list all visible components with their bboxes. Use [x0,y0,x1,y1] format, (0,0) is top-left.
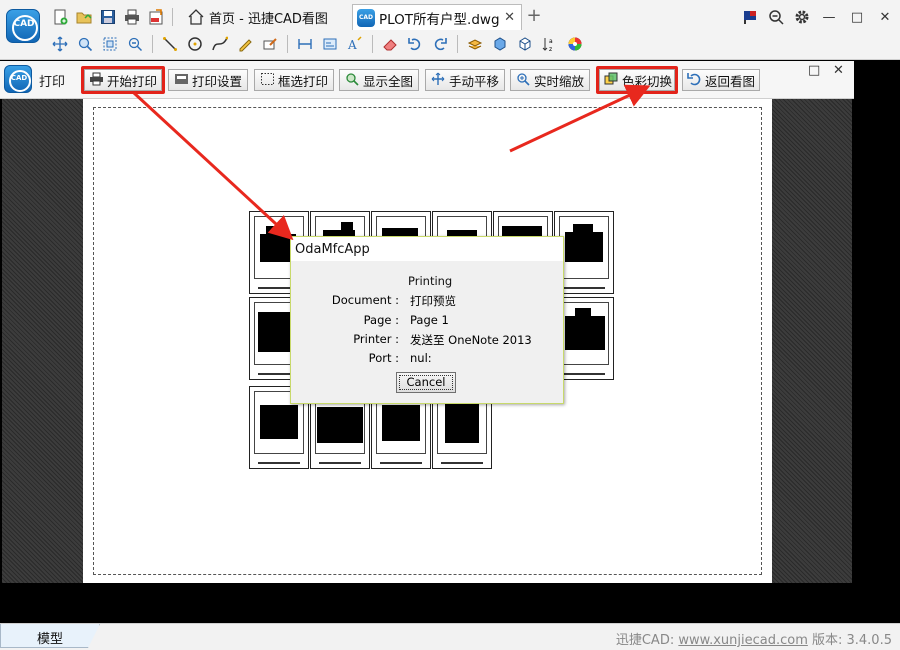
panel-close-button[interactable]: ✕ [833,63,844,78]
window-controls: — □ ✕ [740,6,896,28]
sort-az-icon[interactable]: az [540,34,560,54]
undo-icon[interactable] [405,34,425,54]
status-version: 版本: 3.4.0.5 [807,633,892,648]
port-value: nul: [410,351,432,365]
svg-text:z: z [549,46,552,52]
print-settings-icon [173,72,189,89]
tab-home-label: 首页 - 迅捷CAD看图 [209,11,328,27]
line-tool-icon[interactable] [160,34,180,54]
print-panel-title: 打印 [39,75,66,90]
return-view-button[interactable]: 返回看图 [682,69,760,91]
save-icon[interactable] [98,7,118,27]
eraser-icon[interactable] [380,34,400,54]
manual-pan-label: 手动平移 [449,73,500,89]
return-view-label: 返回看图 [705,73,756,89]
toolbar-separator [172,8,173,26]
print-settings-label: 打印设置 [192,73,243,89]
title-bar: CAD 首页 - 迅捷CAD看图 CAD PLOT所有户型.dwg ✕ + — … [0,0,900,60]
printing-dialog: OdaMfcApp Printing Document : 打印预览 Page … [290,236,564,404]
pan-icon [430,72,446,89]
export-pdf-icon[interactable] [146,7,166,27]
toolbar-separator [287,35,288,53]
pan-tool-icon[interactable] [50,34,70,54]
show-full-view-label: 显示全图 [363,73,414,89]
box-select-print-button[interactable]: 框选打印 [254,69,334,91]
minimize-button[interactable]: — [818,10,840,25]
highlight-start-print [81,66,165,94]
layers-icon[interactable] [465,34,485,54]
block-icon[interactable] [515,34,535,54]
color-wheel-icon[interactable] [565,34,585,54]
page-label: Page : [363,313,399,327]
show-full-view-button[interactable]: 显示全图 [339,69,419,91]
canvas-margin-right [852,99,900,583]
app-logo-text: CAD [13,19,35,29]
realtime-zoom-button[interactable]: 实时缩放 [510,69,590,91]
svg-text:a: a [549,38,553,45]
revision-cloud-icon[interactable] [260,34,280,54]
zoom-box-icon[interactable] [100,34,120,54]
app-logo[interactable]: CAD [6,9,40,43]
return-icon [687,72,702,89]
print-panel-logo: CAD [4,65,32,93]
open-folder-icon[interactable] [74,7,94,27]
tab-close-icon[interactable]: ✕ [504,10,515,25]
tab-file-label: PLOT所有户型.dwg [379,11,500,28]
gear-icon[interactable] [792,7,812,27]
realtime-zoom-label: 实时缩放 [534,73,585,89]
tab-file[interactable]: CAD PLOT所有户型.dwg ✕ [352,4,522,30]
flag-icon[interactable] [740,7,760,27]
tab-home[interactable]: 首页 - 迅捷CAD看图 [186,6,328,28]
dialog-status-text: Printing [408,274,453,288]
port-label: Port : [368,351,399,365]
toolbar-separator [457,35,458,53]
panel-restore-button[interactable]: □ [808,63,820,78]
zoom-previous-icon[interactable] [125,34,145,54]
quick-access-toolbar [50,6,175,28]
home-icon [186,7,206,27]
text-tool-icon[interactable]: A [345,34,365,54]
close-window-button[interactable]: ✕ [874,10,896,25]
zoom-extents-icon [344,72,360,89]
zoom-window-icon[interactable] [75,34,95,54]
cad-file-icon: CAD [357,8,375,27]
new-file-icon[interactable] [50,7,70,27]
highlight-color-switch [596,66,678,94]
page-value: Page 1 [410,313,449,327]
svg-text:A: A [347,38,357,52]
box-select-icon [259,72,275,89]
toolbar-separator [372,35,373,53]
spline-tool-icon[interactable] [210,34,230,54]
measure-length-icon[interactable] [295,34,315,54]
zoom-out-icon[interactable] [766,7,786,27]
toolbar-separator [152,35,153,53]
status-brand: 迅捷CAD: [615,633,679,648]
drawing-toolbar: A az [50,33,585,55]
print-icon[interactable] [122,7,142,27]
box-select-print-label: 框选打印 [278,73,329,89]
redo-icon[interactable] [430,34,450,54]
canvas-margin-bottom [0,583,900,623]
3d-view-icon[interactable] [490,34,510,54]
document-value: 打印预览 [410,294,456,308]
status-info: 迅捷CAD: www.xunjiecad.com 版本: 3.4.0.5 [616,629,892,648]
pen-tool-icon[interactable] [235,34,255,54]
circle-tool-icon[interactable] [185,34,205,54]
measure-area-icon[interactable] [320,34,340,54]
realtime-zoom-icon [515,72,531,89]
status-website-link[interactable]: www.xunjiecad.com [678,633,808,648]
add-tab-icon[interactable]: + [524,6,544,28]
print-panel-logo-text: CAD [10,74,28,82]
printer-label: Printer : [353,332,399,346]
dialog-title: OdaMfcApp [291,237,563,261]
manual-pan-button[interactable]: 手动平移 [425,69,505,91]
printer-value: 发送至 OneNote 2013 [410,333,532,347]
maximize-button[interactable]: □ [846,10,868,25]
model-tab[interactable]: 模型 [0,624,100,648]
status-bar: 模型 迅捷CAD: www.xunjiecad.com 版本: 3.4.0.5 [0,623,900,650]
print-settings-button[interactable]: 打印设置 [168,69,248,91]
document-label: Document : [331,293,399,307]
cancel-button[interactable]: Cancel [396,372,456,393]
